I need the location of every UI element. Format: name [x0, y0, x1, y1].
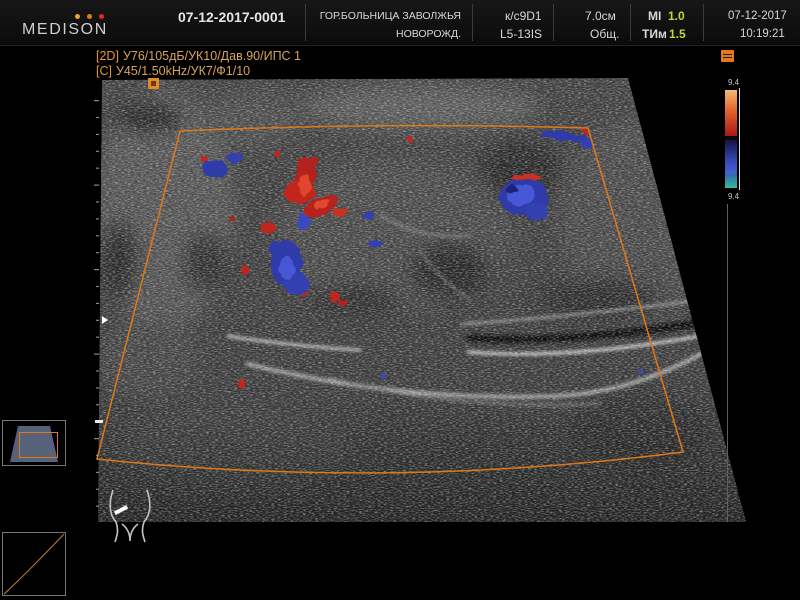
doppler-flow-red-blob — [229, 217, 235, 223]
logo-dot — [87, 14, 92, 19]
header-divider — [703, 4, 704, 41]
speckle-light — [98, 78, 746, 522]
depth-tick — [94, 353, 99, 355]
doppler-flow-blue-blob — [362, 212, 374, 220]
b-mode-image — [98, 78, 746, 522]
thumbnail-image — [10, 426, 58, 462]
depth-scale — [94, 100, 99, 507]
doppler-flow-red-blob — [260, 222, 276, 234]
color-mode-tag: [C] — [96, 64, 112, 78]
ti-value: 1.5 — [669, 27, 686, 41]
depth-readout: 7.0см — [585, 9, 616, 23]
focus-position-marker — [95, 420, 103, 423]
b-mode-tag: [2D] — [96, 49, 119, 63]
color-bar-positive — [725, 90, 737, 136]
probe-position-icon — [2, 420, 66, 466]
color-bar-baseline — [725, 136, 737, 140]
application-name: Общ. — [590, 27, 620, 41]
doppler-flow-red-blob — [329, 292, 341, 302]
doppler-flow-red-blob — [339, 300, 347, 306]
doppler-flow-blue-blob — [637, 369, 643, 375]
color-mode-parameters: [C] У45/1.50kHz/УК7/Ф1/10 — [96, 64, 250, 78]
depth-tick — [96, 387, 99, 389]
doppler-flow-red-blob — [307, 155, 319, 165]
doppler-flow-blue-blob — [202, 161, 210, 169]
body-outline-legs — [121, 523, 139, 542]
color-bar-negative — [725, 140, 737, 174]
header-divider — [630, 4, 631, 41]
depth-tick — [96, 505, 99, 507]
doppler-flow-red-blob — [299, 175, 311, 195]
depth-tick — [96, 252, 99, 254]
mi-label: MI — [648, 9, 662, 23]
ti-label: ТИм — [642, 27, 667, 41]
depth-tick — [94, 184, 99, 186]
depth-tick — [96, 488, 99, 490]
depth-tick — [96, 167, 99, 169]
doppler-flow-blue-blob — [506, 185, 518, 195]
mi-value: 1.0 — [668, 9, 685, 23]
color-scale-min: 9.4 — [728, 192, 740, 201]
doppler-flow-red-blob — [582, 129, 588, 135]
depth-tick — [96, 404, 99, 406]
exam-date: 07-12-2017 — [728, 10, 787, 22]
depth-tick — [96, 150, 99, 152]
depth-tick — [96, 285, 99, 288]
depth-tick — [94, 438, 99, 440]
preset-name: к/с9D1 — [505, 9, 542, 23]
exam-time: 10:19:21 — [740, 28, 785, 40]
patient-category: НОВОРОЖД. — [395, 28, 461, 40]
color-scale-max: 9.4 — [728, 78, 740, 87]
doppler-flow-blue-blob — [525, 203, 549, 221]
doppler-flow-blue-blob — [268, 240, 284, 256]
doppler-flow-blue-blob — [540, 131, 556, 137]
doppler-flow-blue-blob — [279, 256, 295, 280]
depth-tick — [96, 218, 99, 220]
doppler-flow-red-blob — [238, 379, 246, 389]
doppler-flow-red-blob — [333, 207, 347, 217]
velocity-color-bar: 9.4 9.4 — [725, 78, 740, 201]
depth-tick — [96, 336, 99, 338]
patient-id: 07-12-2017-0001 — [178, 9, 286, 25]
doppler-flow-blue-blob — [296, 214, 310, 230]
depth-tick — [96, 471, 99, 473]
header-divider — [553, 4, 554, 41]
depth-tick — [96, 370, 99, 372]
gray-map-curve-icon — [2, 532, 66, 596]
color-mode-indicator-icon — [721, 50, 734, 62]
header-divider — [472, 4, 473, 41]
depth-tick — [94, 269, 99, 271]
ultrasound-viewport: 9.4 9.4 — [2, 78, 746, 596]
doppler-flow-red-blob — [406, 137, 414, 143]
b-mode-values: У76/105дБ/УК10/Дав.90/ИПС 1 — [122, 49, 302, 63]
b-mode-parameters: [2D] У76/105дБ/УК10/Дав.90/ИПС 1 — [96, 49, 301, 63]
doppler-flow-blue-blob — [370, 240, 382, 248]
depth-tick — [96, 302, 99, 304]
depth-tick — [96, 116, 99, 119]
depth-tick — [96, 319, 99, 321]
header-divider — [305, 4, 306, 41]
institution-name: ГОР.БОЛЬНИЦА ЗАВОЛЖЬЯ — [319, 10, 461, 22]
depth-tick — [96, 454, 99, 457]
color-bar-variance — [725, 174, 737, 188]
depth-tick — [94, 100, 99, 102]
doppler-flow-red-blob — [242, 265, 250, 275]
doppler-flow-blue-blob — [380, 372, 386, 378]
doppler-flow-blue-blob — [227, 152, 243, 164]
doppler-flow-red-blob — [275, 150, 281, 158]
depth-tick — [96, 133, 99, 135]
depth-tick — [96, 201, 99, 203]
logo-dot — [99, 14, 104, 19]
logo-dot — [75, 14, 80, 19]
probe-name: L5-13IS — [500, 27, 543, 41]
doppler-flow-red-blob — [201, 155, 207, 161]
logo-text: MEDISON — [22, 21, 108, 38]
depth-tick — [96, 235, 99, 237]
color-mode-values: У45/1.50kHz/УК7/Ф1/10 — [115, 64, 251, 78]
header-bar: MEDISON 07-12-2017-0001 ГОР.БОЛЬНИЦА ЗАВ… — [0, 0, 800, 46]
focus-marker-icon — [148, 78, 159, 89]
